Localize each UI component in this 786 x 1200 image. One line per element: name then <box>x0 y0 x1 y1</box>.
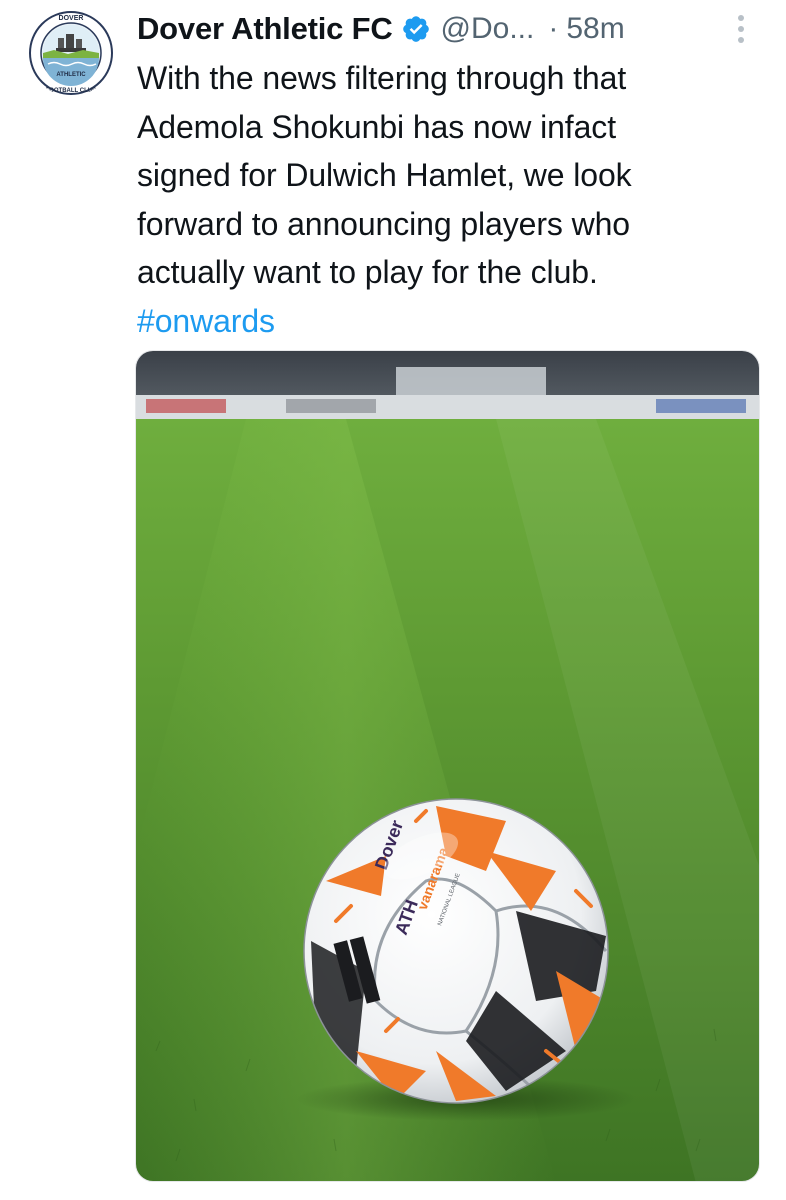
tweet-text: With the news filtering through that Ade… <box>137 54 737 345</box>
club-crest-icon: DOVER FOOTBALL CLUB ATHLETIC <box>29 11 113 95</box>
football-photo: Dover ATH vanarama NATIONAL LEAGUE <box>136 351 759 1181</box>
avatar-text-side: ATHLETIC <box>56 72 86 78</box>
tweet-header: Dover Athletic FC @Do... · 58m <box>137 6 747 52</box>
tweet-text-line: actually want to play for the club. <box>137 254 598 290</box>
tweet-media-photo[interactable]: Dover ATH vanarama NATIONAL LEAGUE <box>135 350 760 1182</box>
timestamp[interactable]: 58m <box>566 12 624 46</box>
display-name[interactable]: Dover Athletic FC <box>137 11 393 47</box>
verified-badge-icon[interactable] <box>401 14 431 44</box>
avatar-text-bottom: FOOTBALL CLUB <box>46 88 98 94</box>
handle[interactable]: @Do... <box>441 12 535 46</box>
tweet[interactable]: DOVER FOOTBALL CLUB ATHLETIC Dover Athle… <box>0 0 786 1200</box>
avatar-text-top: DOVER <box>59 15 84 22</box>
tweet-text-line: forward to announcing players who <box>137 205 630 242</box>
separator-dot: · <box>548 12 559 45</box>
tweet-text-line: signed for Dulwich Hamlet, we look <box>137 157 632 193</box>
tweet-text-line: With the news filtering through that <box>137 60 627 96</box>
hashtag-link[interactable]: #onwards <box>137 297 737 346</box>
tweet-text-line: Ademola Shokunbi has now infact <box>137 108 616 145</box>
avatar[interactable]: DOVER FOOTBALL CLUB ATHLETIC <box>28 10 114 96</box>
more-vertical-icon[interactable] <box>726 12 756 46</box>
